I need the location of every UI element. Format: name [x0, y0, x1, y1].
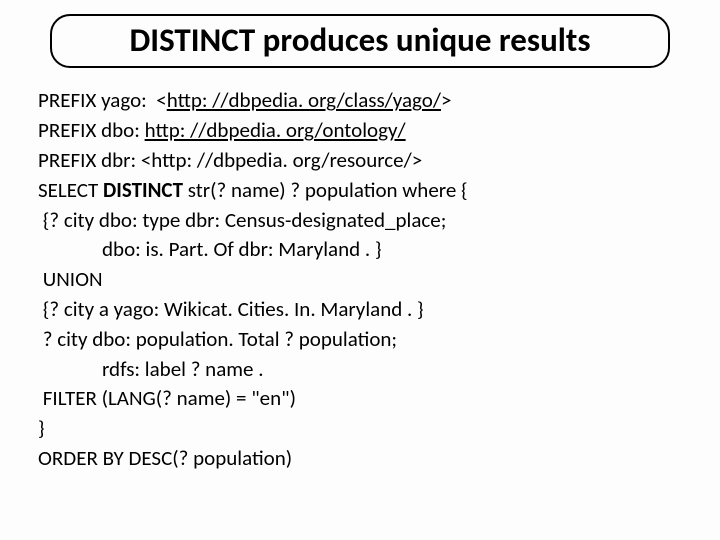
- line-prefix-yago: PREFIX yago: <http: //dbpedia. org/class…: [38, 86, 682, 116]
- line-ispartof: dbo: is. Part. Of dbr: Maryland . }: [38, 235, 682, 265]
- line-closebrace: }: [38, 414, 682, 444]
- line-union: UNION: [38, 265, 682, 295]
- line-city-yago: {? city a yago: Wikicat. Cities. In. Mar…: [38, 295, 682, 325]
- line-orderby: ORDER BY DESC(? population): [38, 444, 682, 474]
- line-prefix-dbr: PREFIX dbr: <http: //dbpedia. org/resour…: [38, 146, 682, 176]
- line-prefix-dbo: PREFIX dbo: http: //dbpedia. org/ontolog…: [38, 116, 682, 146]
- line-select: SELECT DISTINCT str(? name) ? population…: [38, 176, 682, 206]
- line-city-type: {? city dbo: type dbr: Census-designated…: [38, 206, 682, 236]
- line-population: ? city dbo: population. Total ? populati…: [38, 325, 682, 355]
- slide-title: DISTINCT produces unique results: [70, 22, 650, 58]
- title-box: DISTINCT produces unique results: [50, 14, 670, 68]
- query-content: PREFIX yago: <http: //dbpedia. org/class…: [0, 86, 720, 474]
- line-label: rdfs: label ? name .: [38, 355, 682, 385]
- slide: DISTINCT produces unique results PREFIX …: [0, 0, 720, 540]
- line-filter: FILTER (LANG(? name) = "en"): [38, 384, 682, 414]
